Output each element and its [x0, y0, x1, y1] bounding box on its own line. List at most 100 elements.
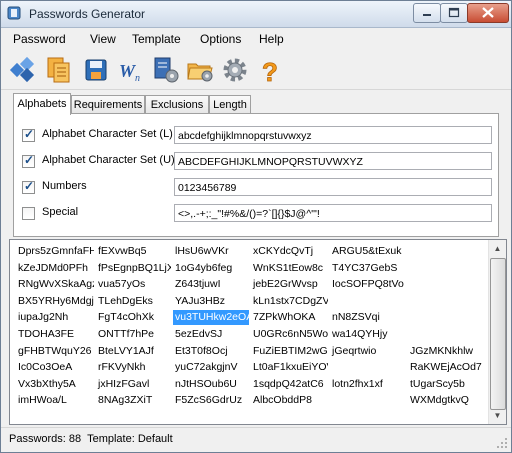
password-item[interactable]: RaKWEjAcOd7 — [408, 360, 486, 375]
password-item[interactable]: YAJu3HBz — [173, 294, 249, 309]
password-item[interactable]: jxHIzFGavl — [96, 377, 171, 392]
maximize-icon — [448, 7, 460, 18]
password-item[interactable]: 7ZPkWhOKA — [251, 310, 328, 325]
settings-icon[interactable] — [151, 55, 181, 85]
password-item[interactable]: rFKVyNkh — [96, 360, 171, 375]
password-item[interactable]: nN8ZSVqi — [330, 310, 406, 325]
password-item[interactable]: Ic0Co3OeA — [16, 360, 94, 375]
menu-password[interactable]: Password — [13, 32, 66, 46]
password-item[interactable]: 5ezEdvSJ — [173, 327, 249, 342]
word-export-icon[interactable]: W n — [117, 55, 147, 85]
menu-bar: Password View Template Options Help — [1, 28, 511, 50]
menu-template[interactable]: Template — [132, 32, 181, 46]
password-item[interactable]: TDOHA3FE — [16, 327, 94, 342]
password-item[interactable]: wa14QYHjy — [330, 327, 406, 342]
password-item[interactable]: WXMdgtkvQ — [408, 393, 486, 408]
password-item[interactable]: 1sqdpQ42atC6 — [251, 377, 328, 392]
tab-requirements[interactable]: Requirements — [71, 95, 145, 114]
password-item[interactable]: yuC72akgjnV — [173, 360, 249, 375]
alphabets-panel: Alphabet Character Set (L) abcdefghijklm… — [13, 113, 499, 237]
password-item[interactable]: vu3TUHkw2eOA — [173, 310, 249, 326]
password-item[interactable]: jebE2GrWvsp — [251, 277, 328, 292]
password-item[interactable]: IocSOFPQ8tVo — [330, 277, 406, 292]
password-item[interactable]: fPsEgnpBQ1LjX0 — [96, 261, 171, 276]
password-item[interactable]: lotn2fhx1xf — [330, 377, 406, 392]
password-item[interactable]: BX5YRHy6MdgjLr — [16, 294, 94, 309]
help-icon[interactable]: ? — [255, 55, 285, 85]
svg-text:n: n — [135, 73, 140, 84]
menu-options[interactable]: Options — [200, 32, 241, 46]
password-item[interactable]: gFHBTWquY26 — [16, 344, 94, 359]
copy-icon[interactable] — [44, 55, 74, 85]
alphabet-lower-field[interactable]: abcdefghijklmnopqrstuvwxyz — [174, 126, 492, 144]
password-item[interactable]: Lt0aF1kxuEiYOVO — [251, 360, 328, 375]
vertical-scrollbar[interactable]: ▲ ▼ — [488, 240, 506, 424]
numbers-field[interactable]: 0123456789 — [174, 178, 492, 196]
password-item[interactable]: iupaJg2Nh — [16, 310, 94, 325]
alphabet-upper-checkbox[interactable] — [22, 153, 35, 168]
password-item[interactable]: AlbcObddP8 — [251, 393, 328, 408]
special-label: Special — [42, 206, 79, 218]
status-text: Passwords: 88 Template: Default — [9, 433, 173, 445]
gear-icon[interactable] — [220, 55, 250, 85]
maximize-button[interactable] — [440, 3, 468, 23]
main-window: Passwords Generator Password View Templa… — [0, 0, 512, 453]
close-button[interactable] — [467, 3, 509, 23]
password-item[interactable]: F5ZcS6GdrUz — [173, 393, 249, 408]
password-item[interactable]: JGzMKNkhlw — [408, 344, 486, 359]
special-row: Special <>,.-+;:_"!#%&/()=?`[]{}$J@^'"! — [22, 204, 492, 224]
tab-length[interactable]: Length — [209, 95, 251, 114]
password-item[interactable]: xCKYdcQvTj — [251, 244, 328, 259]
resize-grip-icon[interactable] — [496, 437, 508, 449]
password-item[interactable]: fEXvwBq5 — [96, 244, 171, 259]
password-item[interactable]: jGeqrtwio — [330, 344, 406, 359]
app-icon — [7, 6, 21, 20]
generator-icon[interactable] — [9, 55, 39, 85]
password-item[interactable]: FgT4cOhXk — [96, 310, 171, 325]
password-item[interactable]: U0GRc6nN5Wo — [251, 327, 328, 342]
password-item[interactable]: Vx3bXthy5A — [16, 377, 94, 392]
save-icon[interactable] — [81, 55, 111, 85]
scroll-up-icon[interactable]: ▲ — [489, 240, 506, 257]
password-item[interactable]: ARGU5&tExuk — [330, 244, 406, 259]
password-item[interactable]: tUgarScy5b — [408, 377, 486, 392]
password-item[interactable]: 1oG4yb6feg — [173, 261, 249, 276]
password-list[interactable]: Dprs5zGmnfaFHwfEXvwBq5lHsU6wVKrxCKYdcQvT… — [9, 239, 507, 425]
numbers-checkbox[interactable] — [22, 179, 35, 194]
password-item[interactable]: nJtHSOub6U — [173, 377, 249, 392]
scroll-down-icon[interactable]: ▼ — [489, 407, 506, 424]
password-item[interactable]: Et3T0f8Ocj — [173, 344, 249, 359]
menu-help[interactable]: Help — [259, 32, 284, 46]
minimize-button[interactable] — [413, 3, 441, 23]
menu-view[interactable]: View — [90, 32, 116, 46]
title-bar: Passwords Generator — [1, 1, 511, 28]
password-item[interactable]: FuZiEBTIM2wG — [251, 344, 328, 359]
scroll-thumb[interactable] — [490, 258, 506, 410]
password-item[interactable]: ONTTf7hPe — [96, 327, 171, 342]
alphabet-lower-checkbox[interactable] — [22, 127, 35, 142]
alphabet-lower-row: Alphabet Character Set (L) abcdefghijklm… — [22, 126, 492, 146]
password-item[interactable]: TLehDgEks — [96, 294, 171, 309]
numbers-label: Numbers — [42, 180, 87, 192]
password-item[interactable]: RNgWvXSkaAgz — [16, 277, 94, 292]
alphabet-upper-label: Alphabet Character Set (U) — [42, 154, 175, 166]
password-item[interactable]: lHsU6wVKr — [173, 244, 249, 259]
status-bar: Passwords: 88 Template: Default — [1, 427, 511, 452]
password-item[interactable]: vua57yOs — [96, 277, 171, 292]
password-item[interactable]: kZeJDMd0PFh — [16, 261, 94, 276]
password-item[interactable]: BteLVY1AJf — [96, 344, 171, 359]
password-item[interactable]: imHWoa/L — [16, 393, 94, 408]
tab-alphabets[interactable]: Alphabets — [13, 93, 71, 115]
password-count: Passwords: 88 — [9, 433, 82, 445]
password-item[interactable]: WnKS1tEow8c — [251, 261, 328, 276]
tab-exclusions[interactable]: Exclusions — [145, 95, 209, 114]
special-checkbox[interactable] — [22, 207, 35, 220]
special-field[interactable]: <>,.-+;:_"!#%&/()=?`[]{}$J@^'"! — [174, 204, 492, 222]
alphabet-upper-field[interactable]: ABCDEFGHIJKLMNOPQRSTUVWXYZ — [174, 152, 492, 170]
password-item[interactable]: T4YC37GebS — [330, 261, 406, 276]
password-item[interactable]: Z643tjuwI — [173, 277, 249, 292]
password-item[interactable]: Dprs5zGmnfaFHw — [16, 244, 94, 259]
password-item[interactable]: kLn1stx7CDgZV — [251, 294, 328, 309]
open-folder-icon[interactable] — [185, 55, 215, 85]
password-item[interactable]: 8NAg3ZXiT — [96, 393, 171, 408]
